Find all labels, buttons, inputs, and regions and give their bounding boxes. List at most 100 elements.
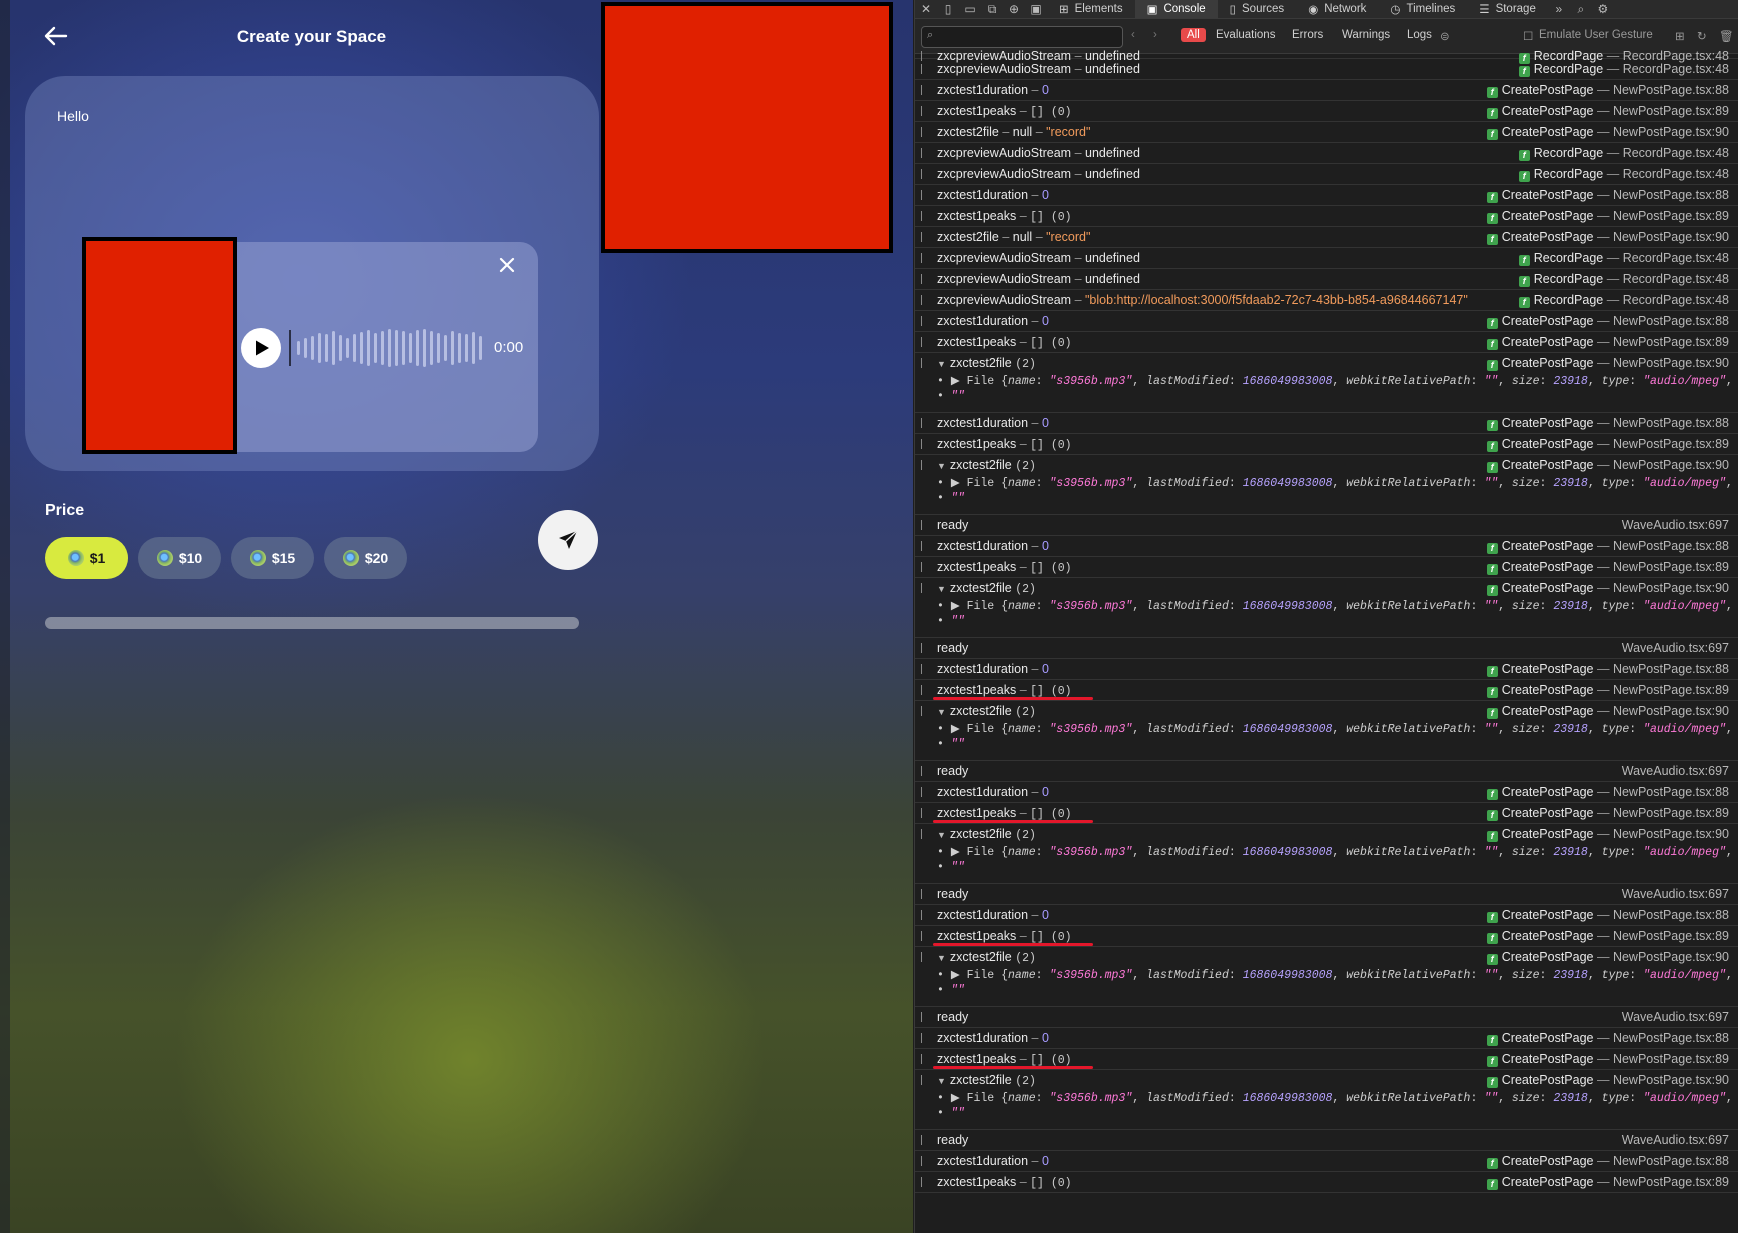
log-group[interactable]: ▼ zxctest2file (2) f CreatePostPage — NewPo… bbox=[915, 578, 1738, 638]
log-row[interactable]: ready WaveAudio.tsx:697 bbox=[915, 1130, 1738, 1151]
log-source[interactable]: f CreatePostPage — NewPostPage.tsx:90 bbox=[1486, 1073, 1729, 1088]
log-source[interactable]: f CreatePostPage — NewPostPage.tsx:90 bbox=[1486, 458, 1729, 473]
filter-errors[interactable]: Errors bbox=[1292, 29, 1323, 41]
log-row[interactable]: ▼ zxctest2file (2) f CreatePostPage — NewPo… bbox=[915, 824, 1738, 843]
log-source[interactable]: f RecordPage — RecordPage.tsx:48 bbox=[1518, 251, 1729, 266]
log-row[interactable]: ▼ zxctest2file (2) f CreatePostPage — NewPo… bbox=[915, 353, 1738, 372]
log-row[interactable]: zxctest1peaks – [] (0) f CreatePostPage — … bbox=[915, 803, 1738, 824]
file-object-row[interactable]: • ▶ File {name: "s3956b.mp3", lastModifi… bbox=[915, 843, 1738, 860]
tab-elements[interactable]: ⊞ Elements bbox=[1047, 0, 1135, 18]
log-source[interactable]: f CreatePostPage — NewPostPage.tsx:90 bbox=[1486, 356, 1729, 371]
file-object-row[interactable]: • ▶ File {name: "s3956b.mp3", lastModifi… bbox=[915, 720, 1738, 737]
log-source[interactable]: f CreatePostPage — NewPostPage.tsx:89 bbox=[1486, 437, 1729, 452]
log-source[interactable]: f CreatePostPage — NewPostPage.tsx:88 bbox=[1486, 785, 1729, 800]
tab-timelines[interactable]: ◷ Timelines bbox=[1378, 0, 1467, 18]
log-source[interactable]: f RecordPage — RecordPage.tsx:48 bbox=[1518, 167, 1729, 182]
log-row[interactable]: zxcpreviewAudioStream – undefined f Record… bbox=[915, 248, 1738, 269]
file-object-row[interactable]: • ▶ File {name: "s3956b.mp3", lastModifi… bbox=[915, 372, 1738, 389]
log-source[interactable]: f CreatePostPage — NewPostPage.tsx:88 bbox=[1486, 1031, 1729, 1046]
log-source[interactable]: f CreatePostPage — NewPostPage.tsx:88 bbox=[1486, 539, 1729, 554]
log-source[interactable]: f CreatePostPage — NewPostPage.tsx:89 bbox=[1486, 104, 1729, 119]
log-source[interactable]: f CreatePostPage — NewPostPage.tsx:89 bbox=[1486, 1052, 1729, 1067]
log-source[interactable]: f CreatePostPage — NewPostPage.tsx:90 bbox=[1486, 230, 1729, 245]
log-row[interactable]: ▼ zxctest2file (2) f CreatePostPage — NewPo… bbox=[915, 1070, 1738, 1089]
price-chip[interactable]: $10 bbox=[138, 537, 221, 579]
log-row[interactable]: zxctest1duration – 0 f CreatePostPage — Ne… bbox=[915, 1028, 1738, 1049]
log-source[interactable]: f RecordPage — RecordPage.tsx:48 bbox=[1518, 272, 1729, 287]
log-row[interactable]: ▼ zxctest2file (2) f CreatePostPage — NewPo… bbox=[915, 578, 1738, 597]
log-source[interactable]: f RecordPage — RecordPage.tsx:48 bbox=[1518, 146, 1729, 161]
log-row[interactable]: zxctest1peaks – [] (0) f CreatePostPage — … bbox=[915, 434, 1738, 455]
filter-all[interactable]: All bbox=[1181, 28, 1206, 42]
log-row[interactable]: ▼ zxctest2file (2) f CreatePostPage — NewPo… bbox=[915, 455, 1738, 474]
log-row[interactable]: zxctest1duration – 0 f CreatePostPage — Ne… bbox=[915, 413, 1738, 434]
log-source[interactable]: f CreatePostPage — NewPostPage.tsx:88 bbox=[1486, 662, 1729, 677]
tab-sources[interactable]: ▯ Sources bbox=[1218, 0, 1297, 18]
reload-icon[interactable]: ↻ bbox=[1697, 29, 1707, 43]
log-row[interactable]: zxctest1peaks – [] (0) f CreatePostPage — … bbox=[915, 1172, 1738, 1193]
log-row[interactable]: zxcpreviewAudioStream – undefined f Record… bbox=[915, 46, 1738, 64]
inspect-icon[interactable]: ⊕ bbox=[1003, 0, 1025, 18]
dock-side-icon[interactable]: ▯ bbox=[937, 0, 959, 18]
log-source[interactable]: f CreatePostPage — NewPostPage.tsx:89 bbox=[1486, 335, 1729, 350]
log-group[interactable]: ▼ zxctest2file (2) f CreatePostPage — NewPo… bbox=[915, 1070, 1738, 1130]
log-source[interactable]: f CreatePostPage — NewPostPage.tsx:88 bbox=[1486, 83, 1729, 98]
log-row[interactable]: zxctest1peaks – [] (0) f CreatePostPage — … bbox=[915, 926, 1738, 947]
tab-console[interactable]: ▣ Console bbox=[1134, 0, 1218, 18]
log-group[interactable]: ▼ zxctest2file (2) f CreatePostPage — NewPo… bbox=[915, 947, 1738, 1007]
device-icon[interactable]: ▣ bbox=[1025, 0, 1047, 18]
tab-network[interactable]: ◉ Network bbox=[1296, 0, 1378, 18]
log-row[interactable]: zxctest1duration – 0 f CreatePostPage — Ne… bbox=[915, 659, 1738, 680]
log-source[interactable]: f CreatePostPage — NewPostPage.tsx:88 bbox=[1486, 314, 1729, 329]
clear-console-icon[interactable]: 🗑 bbox=[1719, 29, 1734, 43]
log-source[interactable]: WaveAudio.tsx:697 bbox=[1622, 887, 1729, 901]
log-row[interactable]: ▼ zxctest2file (2) f CreatePostPage — NewPo… bbox=[915, 947, 1738, 966]
file-object-row[interactable]: • ▶ File {name: "s3956b.mp3", lastModifi… bbox=[915, 1089, 1738, 1106]
undock-icon[interactable]: ⧉ bbox=[981, 0, 1003, 18]
log-group[interactable]: ▼ zxctest2file (2) f CreatePostPage — NewPo… bbox=[915, 701, 1738, 761]
log-source[interactable]: WaveAudio.tsx:697 bbox=[1622, 518, 1729, 532]
log-source[interactable]: f CreatePostPage — NewPostPage.tsx:89 bbox=[1486, 929, 1729, 944]
dock-bottom-icon[interactable]: ▭ bbox=[959, 0, 981, 18]
log-row[interactable]: zxctest1duration – 0 f CreatePostPage — Ne… bbox=[915, 311, 1738, 332]
log-row[interactable]: zxctest1peaks – [] (0) f CreatePostPage — … bbox=[915, 101, 1738, 122]
log-source[interactable]: f CreatePostPage — NewPostPage.tsx:89 bbox=[1486, 806, 1729, 821]
log-row[interactable]: ready WaveAudio.tsx:697 bbox=[915, 884, 1738, 905]
log-source[interactable]: f CreatePostPage — NewPostPage.tsx:89 bbox=[1486, 209, 1729, 224]
log-row[interactable]: ready WaveAudio.tsx:697 bbox=[915, 761, 1738, 782]
log-source[interactable]: f CreatePostPage — NewPostPage.tsx:90 bbox=[1486, 581, 1729, 596]
post-text[interactable]: Hello bbox=[57, 108, 89, 124]
log-row[interactable]: ▼ zxctest2file (2) f CreatePostPage — NewPo… bbox=[915, 701, 1738, 720]
log-group[interactable]: ▼ zxctest2file (2) f CreatePostPage — NewPo… bbox=[915, 824, 1738, 884]
log-row[interactable]: zxctest1duration – 0 f CreatePostPage — Ne… bbox=[915, 185, 1738, 206]
log-row[interactable]: zxcpreviewAudioStream – undefined f Record… bbox=[915, 269, 1738, 290]
settings-icon[interactable]: ⚙ bbox=[1592, 0, 1614, 18]
log-source[interactable]: WaveAudio.tsx:697 bbox=[1622, 764, 1729, 778]
more-tabs-icon[interactable]: » bbox=[1548, 0, 1570, 18]
log-source[interactable]: f RecordPage — RecordPage.tsx:48 bbox=[1518, 62, 1729, 77]
log-row[interactable]: zxctest1peaks – [] (0) f CreatePostPage — … bbox=[915, 1049, 1738, 1070]
filter-logs[interactable]: Logs bbox=[1407, 29, 1432, 41]
log-row[interactable]: zxctest2file – null – "record" f CreatePos… bbox=[915, 227, 1738, 248]
file-object-row[interactable]: • ▶ File {name: "s3956b.mp3", lastModifi… bbox=[915, 597, 1738, 614]
play-button[interactable] bbox=[241, 328, 281, 368]
log-row[interactable]: zxctest1duration – 0 f CreatePostPage — Ne… bbox=[915, 905, 1738, 926]
log-source[interactable]: f CreatePostPage — NewPostPage.tsx:88 bbox=[1486, 188, 1729, 203]
filter-options-icon[interactable]: ⊜ bbox=[1440, 29, 1450, 43]
close-icon[interactable] bbox=[498, 256, 516, 274]
log-row[interactable]: zxctest1duration – 0 f CreatePostPage — Ne… bbox=[915, 536, 1738, 557]
price-chip[interactable]: $20 bbox=[324, 537, 407, 579]
log-source[interactable]: f CreatePostPage — NewPostPage.tsx:88 bbox=[1486, 1154, 1729, 1169]
send-button[interactable] bbox=[538, 510, 598, 570]
log-row[interactable]: ready WaveAudio.tsx:697 bbox=[915, 638, 1738, 659]
log-row[interactable]: ready WaveAudio.tsx:697 bbox=[915, 515, 1738, 536]
waveform[interactable] bbox=[289, 326, 487, 370]
file-object-row[interactable]: • ▶ File {name: "s3956b.mp3", lastModifi… bbox=[915, 474, 1738, 491]
tab-storage[interactable]: ☰ Storage bbox=[1467, 0, 1548, 18]
log-source[interactable]: f RecordPage — RecordPage.tsx:48 bbox=[1518, 293, 1729, 308]
filter-evaluations[interactable]: Evaluations bbox=[1216, 29, 1275, 41]
log-row[interactable]: zxcpreviewAudioStream – "blob:http://loc… bbox=[915, 290, 1738, 311]
search-icon[interactable]: ⌕ bbox=[1570, 0, 1592, 18]
file-object-row[interactable]: • ▶ File {name: "s3956b.mp3", lastModifi… bbox=[915, 966, 1738, 983]
log-source[interactable]: WaveAudio.tsx:697 bbox=[1622, 1010, 1729, 1024]
